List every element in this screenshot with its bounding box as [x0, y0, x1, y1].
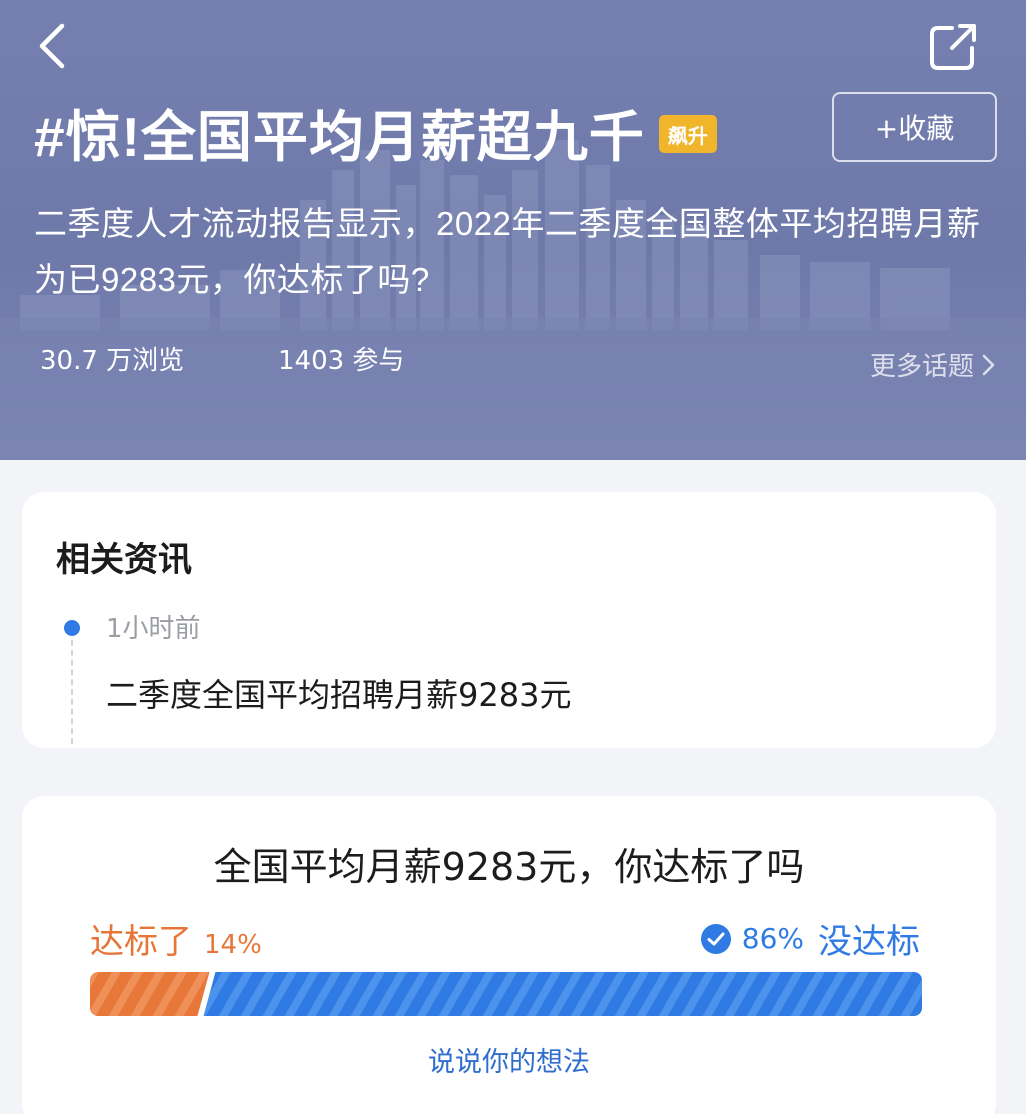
poll-bar-not-reached-segment [203, 972, 922, 1016]
share-opinion-link[interactable]: 说说你的想法 [22, 1040, 996, 1079]
check-circle-icon [700, 923, 731, 954]
poll-option-not-reached-percent: 86% [741, 922, 804, 955]
poll-option-not-reached[interactable]: 86% 没达标 [700, 914, 920, 963]
poll-question: 全国平均月薪9283元，你达标了吗 [213, 845, 805, 889]
back-arrow-icon [39, 23, 65, 69]
news-time: 1小时前 [106, 614, 201, 644]
hot-badge: 飙升 [658, 115, 717, 153]
topic-description: 二季度人才流动报告显示，2022年二季度全国整体平均招聘月薪为已9283元，你达… [34, 205, 981, 298]
timeline-line [71, 640, 73, 744]
topic-title-row: #惊!全国平均月薪超九千 飙升 [34, 92, 717, 172]
poll-option-reached[interactable]: 达标了 14% [90, 914, 262, 963]
topic-title: #惊!全国平均月薪超九千 [34, 106, 645, 168]
more-topics-link[interactable]: 更多话题 [870, 346, 996, 383]
related-news-card: 相关资讯 1小时前 二季度全国平均招聘月薪9283元 [22, 492, 996, 748]
news-item-title[interactable]: 二季度全国平均招聘月薪9283元 [106, 670, 571, 716]
topic-header: #惊!全国平均月薪超九千 飙升 +收藏 二季度人才流动报告显示，2022年二季度… [0, 0, 1026, 460]
more-topics-label: 更多话题 [869, 352, 974, 382]
view-count: 30.7 万浏览 [40, 346, 185, 376]
timeline-dot [64, 620, 80, 636]
poll-option-reached-label: 达标了 [90, 922, 192, 962]
poll-option-not-reached-label: 没达标 [818, 922, 920, 962]
share-button[interactable] [926, 18, 984, 74]
related-news-heading: 相关资讯 [56, 540, 192, 580]
poll-option-reached-percent: 14% [204, 930, 262, 960]
poll-result-bar [90, 972, 922, 1016]
participant-count: 1403 参与 [278, 346, 405, 376]
favorite-button[interactable]: +收藏 [832, 92, 997, 162]
back-button[interactable] [30, 18, 80, 74]
share-icon [930, 24, 976, 70]
poll-card: 全国平均月薪9283元，你达标了吗 达标了 14% 86% 没达标 说说你的想法 [22, 796, 996, 1114]
poll-bar-reached-segment [90, 972, 210, 1016]
chevron-right-icon [982, 354, 995, 375]
